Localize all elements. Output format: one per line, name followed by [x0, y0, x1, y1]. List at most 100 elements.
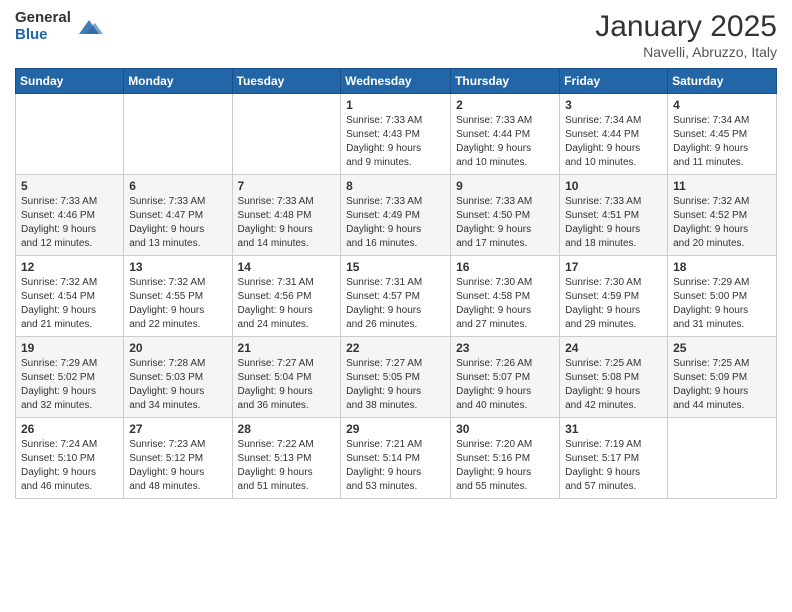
day-number: 15 [346, 260, 445, 274]
day-info: Sunrise: 7:30 AM Sunset: 4:58 PM Dayligh… [456, 276, 554, 332]
calendar-day-header: Monday [124, 69, 232, 94]
calendar-week-row: 26Sunrise: 7:24 AM Sunset: 5:10 PM Dayli… [16, 418, 777, 499]
day-info: Sunrise: 7:27 AM Sunset: 5:05 PM Dayligh… [346, 357, 445, 413]
calendar-table: SundayMondayTuesdayWednesdayThursdayFrid… [15, 68, 777, 499]
calendar-cell [668, 418, 777, 499]
calendar-week-row: 5 Sunrise: 7:33 AM Sunset: 4:46 PM Daylig… [16, 175, 777, 256]
day-info: Sunrise: 7:34 AM Sunset: 4:44 PM Dayligh… [565, 114, 662, 170]
day-info: Sunrise: 7:34 AM Sunset: 4:45 PM Dayligh… [673, 114, 771, 170]
calendar-cell: 5 Sunrise: 7:33 AM Sunset: 4:46 PM Daylig… [16, 175, 124, 256]
day-number: 10 [565, 179, 662, 193]
day-number: 3 [565, 98, 662, 112]
day-number: 14 [238, 260, 336, 274]
calendar-cell: 10 Sunrise: 7:33 AM Sunset: 4:51 PM Dayli… [560, 175, 668, 256]
calendar-cell: 19 Sunrise: 7:29 AM Sunset: 5:02 PM Dayli… [16, 337, 124, 418]
logo-icon [75, 16, 103, 38]
day-number: 5 [21, 179, 118, 193]
calendar-day-header: Wednesday [341, 69, 451, 94]
day-info: Sunrise: 7:28 AM Sunset: 5:03 PM Dayligh… [129, 357, 226, 413]
calendar-cell: 11 Sunrise: 7:32 AM Sunset: 4:52 PM Dayli… [668, 175, 777, 256]
logo: General Blue [15, 10, 103, 43]
day-info: Sunrise: 7:33 AM Sunset: 4:50 PM Dayligh… [456, 195, 554, 251]
calendar-cell: 22 Sunrise: 7:27 AM Sunset: 5:05 PM Dayli… [341, 337, 451, 418]
day-number: 4 [673, 98, 771, 112]
calendar-cell: 13Sunrise: 7:32 AM Sunset: 4:55 PM Dayli… [124, 256, 232, 337]
day-info: Sunrise: 7:20 AM Sunset: 5:16 PM Dayligh… [456, 438, 554, 494]
day-number: 2 [456, 98, 554, 112]
day-info: Sunrise: 7:29 AM Sunset: 5:02 PM Dayligh… [21, 357, 118, 413]
day-number: 12 [21, 260, 118, 274]
calendar-day-header: Thursday [451, 69, 560, 94]
day-info: Sunrise: 7:33 AM Sunset: 4:51 PM Dayligh… [565, 195, 662, 251]
location: Navelli, Abruzzo, Italy [595, 44, 777, 60]
day-info: Sunrise: 7:32 AM Sunset: 4:55 PM Dayligh… [129, 276, 226, 332]
day-number: 16 [456, 260, 554, 274]
calendar-header-row: SundayMondayTuesdayWednesdayThursdayFrid… [16, 69, 777, 94]
calendar-cell [16, 94, 124, 175]
day-info: Sunrise: 7:21 AM Sunset: 5:14 PM Dayligh… [346, 438, 445, 494]
day-info: Sunrise: 7:22 AM Sunset: 5:13 PM Dayligh… [238, 438, 336, 494]
calendar-cell [124, 94, 232, 175]
day-info: Sunrise: 7:29 AM Sunset: 5:00 PM Dayligh… [673, 276, 771, 332]
calendar-cell: 8 Sunrise: 7:33 AM Sunset: 4:49 PM Daylig… [341, 175, 451, 256]
header: General Blue January 2025 Navelli, Abruz… [15, 10, 777, 60]
day-number: 18 [673, 260, 771, 274]
day-info: Sunrise: 7:32 AM Sunset: 4:52 PM Dayligh… [673, 195, 771, 251]
day-info: Sunrise: 7:33 AM Sunset: 4:47 PM Dayligh… [129, 195, 226, 251]
calendar-cell: 17 Sunrise: 7:30 AM Sunset: 4:59 PM Dayli… [560, 256, 668, 337]
day-number: 23 [456, 341, 554, 355]
calendar-cell: 3 Sunrise: 7:34 AM Sunset: 4:44 PM Daylig… [560, 94, 668, 175]
calendar-cell: 9 Sunrise: 7:33 AM Sunset: 4:50 PM Daylig… [451, 175, 560, 256]
calendar-cell: 26Sunrise: 7:24 AM Sunset: 5:10 PM Dayli… [16, 418, 124, 499]
day-number: 1 [346, 98, 445, 112]
day-info: Sunrise: 7:31 AM Sunset: 4:56 PM Dayligh… [238, 276, 336, 332]
day-number: 24 [565, 341, 662, 355]
day-number: 17 [565, 260, 662, 274]
month-title: January 2025 [595, 10, 777, 44]
calendar-cell: 12 Sunrise: 7:32 AM Sunset: 4:54 PM Dayli… [16, 256, 124, 337]
day-number: 27 [129, 422, 226, 436]
day-number: 20 [129, 341, 226, 355]
calendar-week-row: 1 Sunrise: 7:33 AM Sunset: 4:43 PM Daylig… [16, 94, 777, 175]
day-number: 22 [346, 341, 445, 355]
day-number: 7 [238, 179, 336, 193]
calendar-cell: 24 Sunrise: 7:25 AM Sunset: 5:08 PM Dayli… [560, 337, 668, 418]
day-number: 9 [456, 179, 554, 193]
calendar-cell: 1 Sunrise: 7:33 AM Sunset: 4:43 PM Daylig… [341, 94, 451, 175]
day-info: Sunrise: 7:32 AM Sunset: 4:54 PM Dayligh… [21, 276, 118, 332]
calendar-cell: 18 Sunrise: 7:29 AM Sunset: 5:00 PM Dayli… [668, 256, 777, 337]
calendar-cell: 15 Sunrise: 7:31 AM Sunset: 4:57 PM Dayli… [341, 256, 451, 337]
calendar-week-row: 12 Sunrise: 7:32 AM Sunset: 4:54 PM Dayli… [16, 256, 777, 337]
calendar-cell: 16 Sunrise: 7:30 AM Sunset: 4:58 PM Dayli… [451, 256, 560, 337]
logo-general: General [15, 10, 71, 27]
calendar-cell: 25Sunrise: 7:25 AM Sunset: 5:09 PM Dayli… [668, 337, 777, 418]
day-info: Sunrise: 7:31 AM Sunset: 4:57 PM Dayligh… [346, 276, 445, 332]
day-number: 30 [456, 422, 554, 436]
calendar-cell: 21 Sunrise: 7:27 AM Sunset: 5:04 PM Dayli… [232, 337, 341, 418]
day-info: Sunrise: 7:26 AM Sunset: 5:07 PM Dayligh… [456, 357, 554, 413]
calendar-day-header: Friday [560, 69, 668, 94]
calendar-cell: 27Sunrise: 7:23 AM Sunset: 5:12 PM Dayli… [124, 418, 232, 499]
day-info: Sunrise: 7:30 AM Sunset: 4:59 PM Dayligh… [565, 276, 662, 332]
day-number: 11 [673, 179, 771, 193]
day-info: Sunrise: 7:33 AM Sunset: 4:46 PM Dayligh… [21, 195, 118, 251]
day-number: 21 [238, 341, 336, 355]
day-info: Sunrise: 7:33 AM Sunset: 4:48 PM Dayligh… [238, 195, 336, 251]
calendar-cell: 2 Sunrise: 7:33 AM Sunset: 4:44 PM Daylig… [451, 94, 560, 175]
day-info: Sunrise: 7:33 AM Sunset: 4:44 PM Dayligh… [456, 114, 554, 170]
day-number: 29 [346, 422, 445, 436]
calendar-cell [232, 94, 341, 175]
calendar-cell: 30 Sunrise: 7:20 AM Sunset: 5:16 PM Dayli… [451, 418, 560, 499]
calendar-cell: 7 Sunrise: 7:33 AM Sunset: 4:48 PM Daylig… [232, 175, 341, 256]
day-number: 28 [238, 422, 336, 436]
day-number: 31 [565, 422, 662, 436]
calendar-cell: 14 Sunrise: 7:31 AM Sunset: 4:56 PM Dayli… [232, 256, 341, 337]
day-info: Sunrise: 7:33 AM Sunset: 4:43 PM Dayligh… [346, 114, 445, 170]
calendar-day-header: Tuesday [232, 69, 341, 94]
day-info: Sunrise: 7:25 AM Sunset: 5:08 PM Dayligh… [565, 357, 662, 413]
day-number: 8 [346, 179, 445, 193]
day-info: Sunrise: 7:33 AM Sunset: 4:49 PM Dayligh… [346, 195, 445, 251]
day-info: Sunrise: 7:27 AM Sunset: 5:04 PM Dayligh… [238, 357, 336, 413]
day-number: 19 [21, 341, 118, 355]
calendar-cell: 29 Sunrise: 7:21 AM Sunset: 5:14 PM Dayli… [341, 418, 451, 499]
